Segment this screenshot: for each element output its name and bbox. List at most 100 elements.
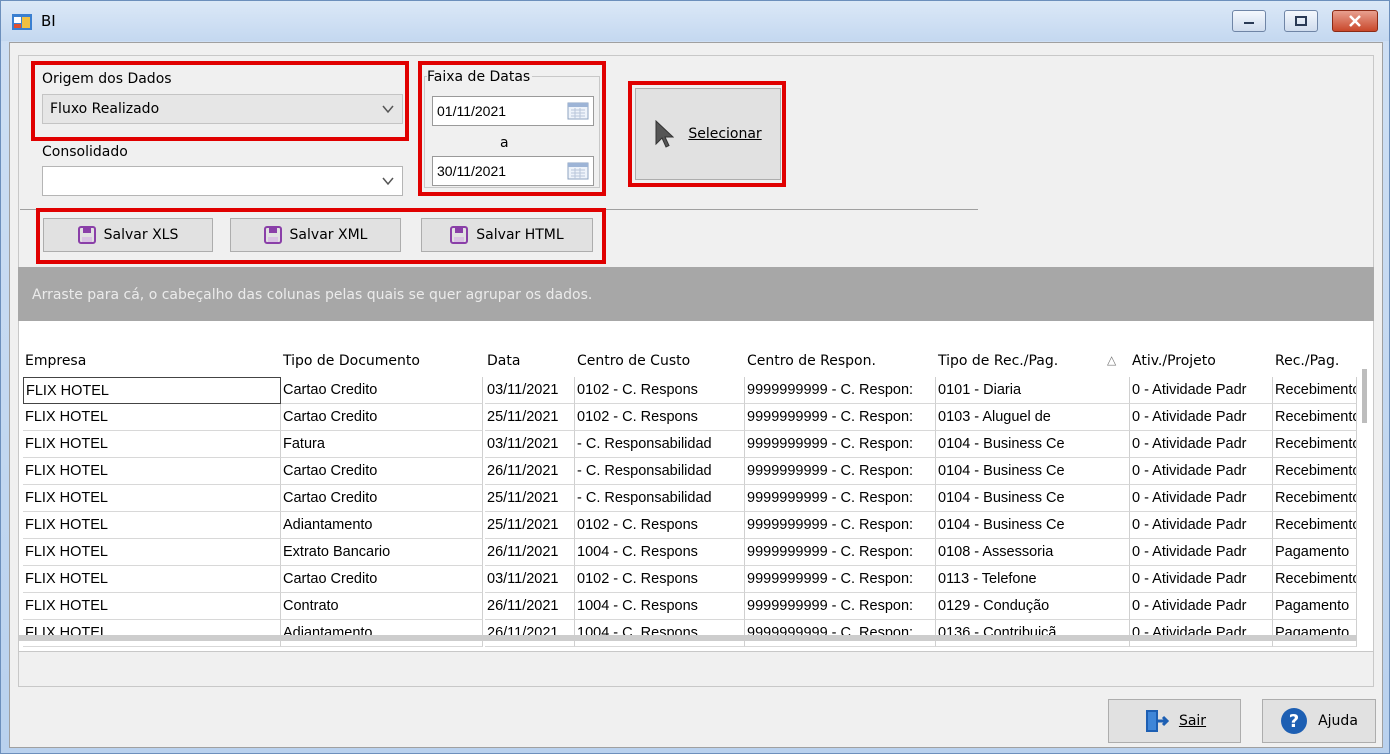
- table-cell[interactable]: 0 - Atividade Padr: [1130, 377, 1273, 404]
- table-row[interactable]: FLIX HOTEL Adiantamento 26/11/2021 1004 - C…: [19, 620, 1357, 647]
- table-row[interactable]: FLIX HOTEL Contrato 26/11/2021 1004 - C. Re…: [19, 593, 1357, 620]
- table-cell[interactable]: 9999999999 - C. Respon:: [745, 512, 936, 539]
- table-cell[interactable]: Pagamento: [1273, 593, 1357, 620]
- header-empresa[interactable]: Empresa: [25, 353, 86, 377]
- header-rec-pag[interactable]: Rec./Pag.: [1275, 353, 1339, 377]
- header-centro-respon[interactable]: Centro de Respon.: [747, 353, 876, 377]
- table-row[interactable]: FLIX HOTEL Cartao Credito 03/11/2021 0102 -…: [19, 377, 1357, 404]
- table-cell[interactable]: Recebimento: [1273, 404, 1357, 431]
- table-cell[interactable]: 0102 - C. Respons: [575, 377, 745, 404]
- table-cell[interactable]: Contrato: [281, 593, 483, 620]
- consolidado-select[interactable]: [42, 166, 403, 196]
- table-cell[interactable]: - C. Responsabilidad: [575, 458, 745, 485]
- table-cell[interactable]: 9999999999 - C. Respon:: [745, 593, 936, 620]
- table-cell[interactable]: FLIX HOTEL: [23, 458, 281, 485]
- vertical-scrollbar[interactable]: [1357, 361, 1373, 651]
- table-cell[interactable]: 25/11/2021: [485, 485, 575, 512]
- vertical-scroll-thumb[interactable]: [1362, 369, 1367, 423]
- table-row[interactable]: FLIX HOTEL Cartao Credito 26/11/2021 - C. …: [19, 458, 1357, 485]
- table-cell[interactable]: - C. Responsabilidad: [575, 485, 745, 512]
- table-cell[interactable]: Adiantamento: [281, 512, 483, 539]
- table-cell[interactable]: 0101 - Diaria: [936, 377, 1130, 404]
- table-cell[interactable]: 9999999999 - C. Respon:: [745, 485, 936, 512]
- table-cell[interactable]: 25/11/2021: [485, 404, 575, 431]
- minimize-button[interactable]: [1232, 10, 1266, 32]
- table-cell[interactable]: FLIX HOTEL: [23, 404, 281, 431]
- table-cell[interactable]: 0104 - Business Ce: [936, 485, 1130, 512]
- maximize-button[interactable]: [1284, 10, 1318, 32]
- table-row[interactable]: FLIX HOTEL Fatura 03/11/2021 - C. Responsa…: [19, 431, 1357, 458]
- table-cell[interactable]: 0104 - Business Ce: [936, 458, 1130, 485]
- table-cell[interactable]: 0 - Atividade Padr: [1130, 431, 1273, 458]
- table-cell[interactable]: 0129 - Condução: [936, 593, 1130, 620]
- table-cell[interactable]: FLIX HOTEL: [23, 593, 281, 620]
- table-cell[interactable]: 9999999999 - C. Respon:: [745, 620, 936, 647]
- group-by-area[interactable]: Arraste para cá, o cabeçalho das colunas…: [18, 267, 1374, 321]
- table-cell[interactable]: 0 - Atividade Padr: [1130, 485, 1273, 512]
- table-cell[interactable]: FLIX HOTEL: [23, 485, 281, 512]
- close-button[interactable]: [1332, 10, 1378, 32]
- table-cell[interactable]: 0 - Atividade Padr: [1130, 566, 1273, 593]
- table-row[interactable]: FLIX HOTEL Cartao Credito 25/11/2021 - C. …: [19, 485, 1357, 512]
- table-cell[interactable]: Cartao Credito: [281, 377, 483, 404]
- table-cell[interactable]: Cartao Credito: [281, 404, 483, 431]
- table-cell[interactable]: 03/11/2021: [485, 431, 575, 458]
- table-cell[interactable]: 0113 - Telefone: [936, 566, 1130, 593]
- table-cell[interactable]: Recebimento: [1273, 458, 1357, 485]
- table-cell[interactable]: 0103 - Aluguel de: [936, 404, 1130, 431]
- table-cell[interactable]: Recebimento: [1273, 485, 1357, 512]
- table-cell[interactable]: 1004 - C. Respons: [575, 593, 745, 620]
- table-cell[interactable]: 0 - Atividade Padr: [1130, 404, 1273, 431]
- table-cell[interactable]: 9999999999 - C. Respon:: [745, 377, 936, 404]
- table-cell[interactable]: Cartao Credito: [281, 566, 483, 593]
- table-cell[interactable]: 26/11/2021: [485, 620, 575, 647]
- table-cell[interactable]: 0102 - C. Respons: [575, 404, 745, 431]
- table-cell[interactable]: FLIX HOTEL: [23, 512, 281, 539]
- table-row[interactable]: FLIX HOTEL Cartao Credito 03/11/2021 0102 -…: [19, 566, 1357, 593]
- table-cell[interactable]: Cartao Credito: [281, 485, 483, 512]
- table-cell[interactable]: 0 - Atividade Padr: [1130, 512, 1273, 539]
- table-cell[interactable]: 0108 - Assessoria: [936, 539, 1130, 566]
- table-cell[interactable]: - C. Responsabilidad: [575, 431, 745, 458]
- sair-button[interactable]: Sair: [1108, 699, 1241, 743]
- table-cell[interactable]: 9999999999 - C. Respon:: [745, 539, 936, 566]
- table-cell[interactable]: 9999999999 - C. Respon:: [745, 458, 936, 485]
- table-cell[interactable]: Recebimento: [1273, 566, 1357, 593]
- table-cell[interactable]: FLIX HOTEL: [23, 539, 281, 566]
- ajuda-button[interactable]: ? Ajuda: [1262, 699, 1376, 743]
- horizontal-scrollbar[interactable]: [19, 635, 1357, 641]
- table-cell[interactable]: Pagamento: [1273, 620, 1357, 647]
- table-cell[interactable]: FLIX HOTEL: [23, 431, 281, 458]
- table-cell[interactable]: 0102 - C. Respons: [575, 512, 745, 539]
- header-data[interactable]: Data: [487, 353, 520, 377]
- table-cell[interactable]: 0104 - Business Ce: [936, 512, 1130, 539]
- table-cell[interactable]: 0 - Atividade Padr: [1130, 539, 1273, 566]
- table-cell[interactable]: 0104 - Business Ce: [936, 431, 1130, 458]
- table-cell[interactable]: 0 - Atividade Padr: [1130, 620, 1273, 647]
- table-cell[interactable]: 0 - Atividade Padr: [1130, 458, 1273, 485]
- table-cell[interactable]: 1004 - C. Respons: [575, 620, 745, 647]
- table-cell[interactable]: Adiantamento: [281, 620, 483, 647]
- table-cell[interactable]: 9999999999 - C. Respon:: [745, 566, 936, 593]
- table-cell[interactable]: 26/11/2021: [485, 539, 575, 566]
- table-cell[interactable]: Recebimento: [1273, 377, 1357, 404]
- table-cell[interactable]: 9999999999 - C. Respon:: [745, 431, 936, 458]
- table-row[interactable]: FLIX HOTEL Extrato Bancario 26/11/2021 1004…: [19, 539, 1357, 566]
- table-cell[interactable]: Extrato Bancario: [281, 539, 483, 566]
- header-centro-custo[interactable]: Centro de Custo: [577, 353, 690, 377]
- table-cell[interactable]: Fatura: [281, 431, 483, 458]
- header-tipo-rec-pag[interactable]: Tipo de Rec./Pag.: [938, 353, 1058, 377]
- table-cell[interactable]: Pagamento: [1273, 539, 1357, 566]
- table-cell[interactable]: Cartao Credito: [281, 458, 483, 485]
- table-cell[interactable]: 9999999999 - C. Respon:: [745, 404, 936, 431]
- table-cell[interactable]: 0 - Atividade Padr: [1130, 593, 1273, 620]
- table-cell[interactable]: 03/11/2021: [485, 566, 575, 593]
- table-cell[interactable]: 1004 - C. Respons: [575, 539, 745, 566]
- header-tipo-documento[interactable]: Tipo de Documento: [283, 353, 420, 377]
- table-cell[interactable]: 26/11/2021: [485, 593, 575, 620]
- table-cell[interactable]: FLIX HOTEL: [23, 566, 281, 593]
- table-cell[interactable]: 26/11/2021: [485, 458, 575, 485]
- table-cell[interactable]: 03/11/2021: [485, 377, 575, 404]
- table-cell[interactable]: Recebimento: [1273, 512, 1357, 539]
- table-cell[interactable]: 0102 - C. Respons: [575, 566, 745, 593]
